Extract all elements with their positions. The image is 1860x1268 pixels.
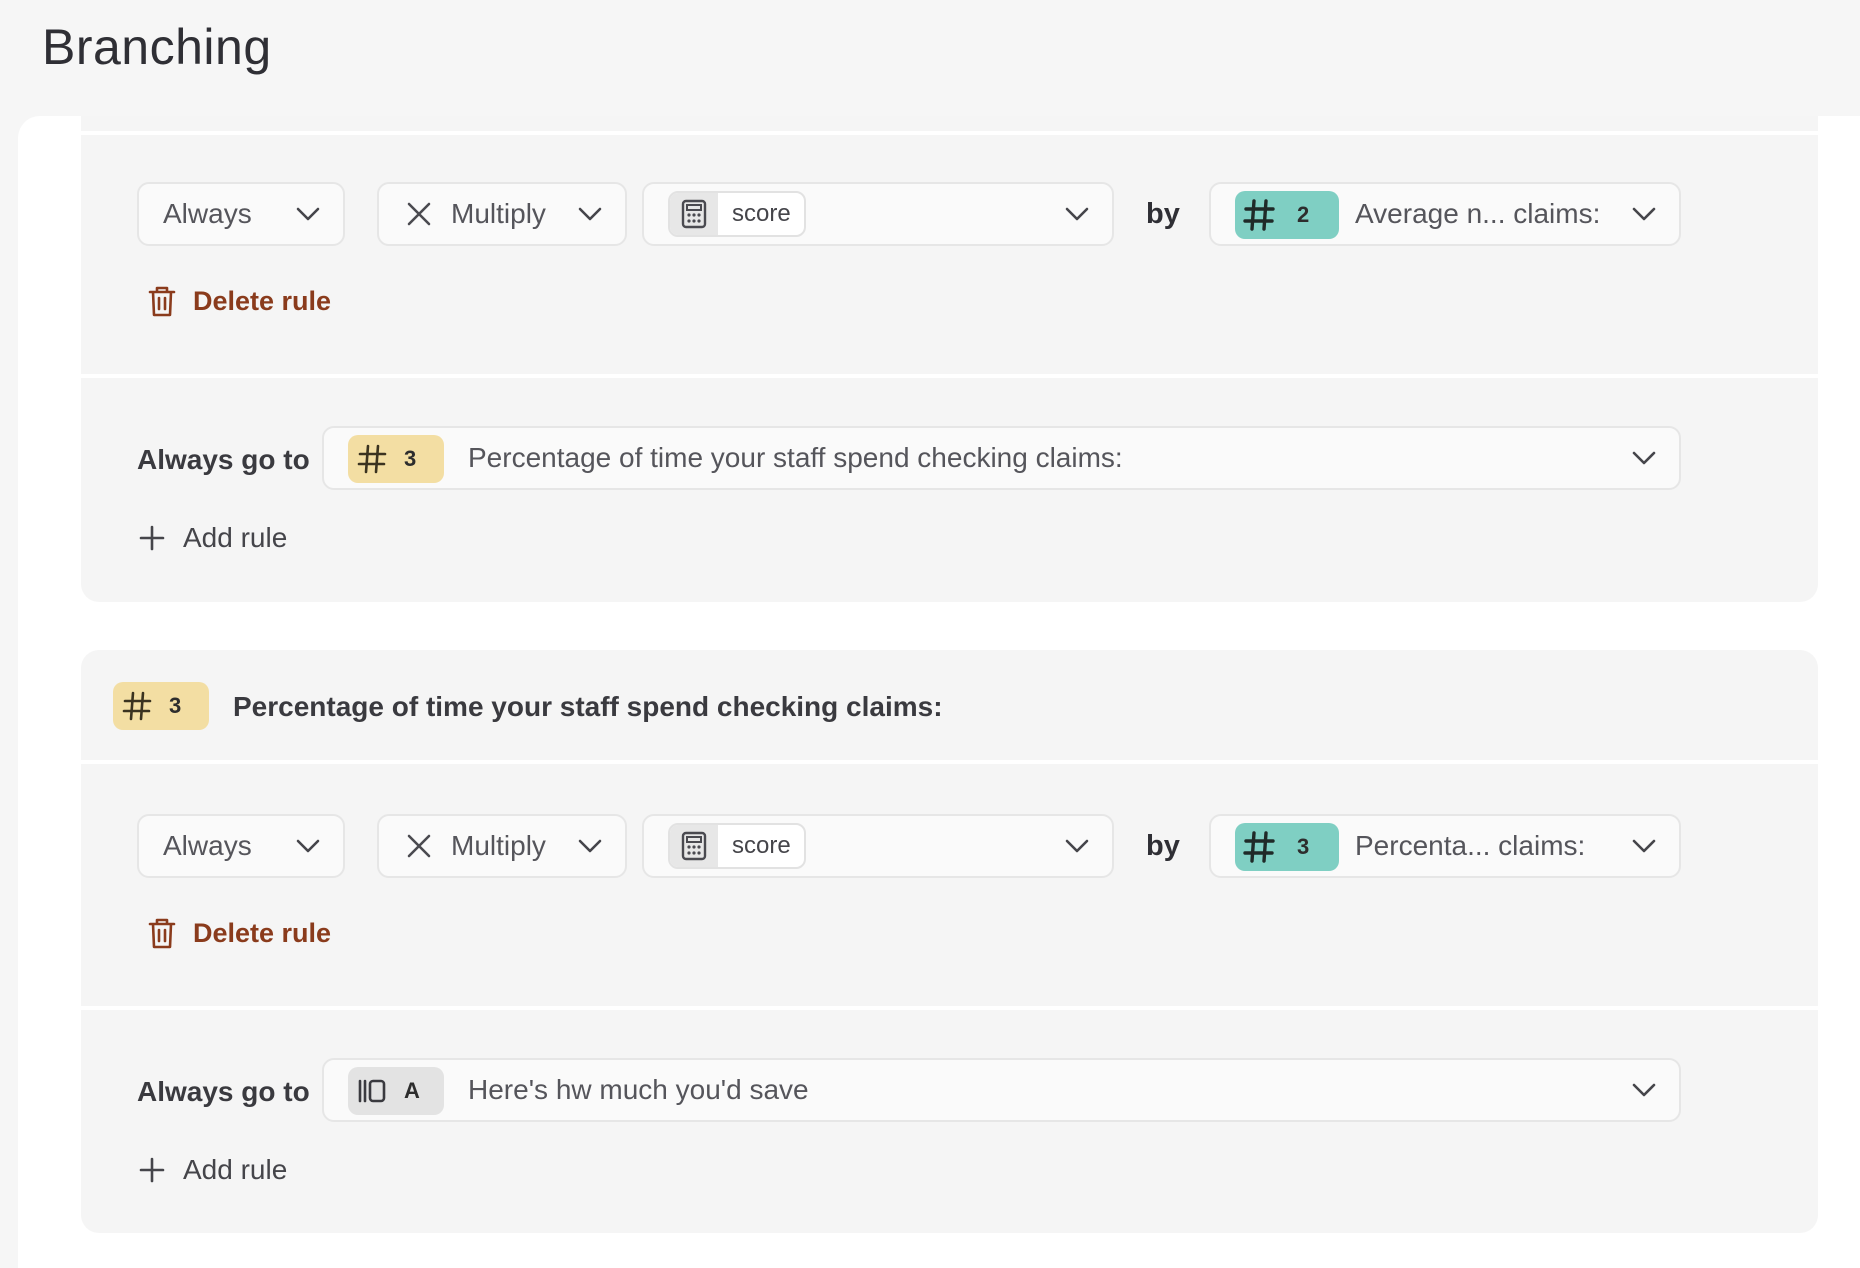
statement-letter: A: [404, 1078, 420, 1103]
delete-rule-label: Delete rule: [193, 285, 332, 316]
question-number: 3: [404, 446, 417, 471]
variable-chip: score: [668, 823, 806, 869]
delete-rule-label: Delete rule: [193, 917, 332, 948]
plus-icon: [139, 525, 165, 551]
add-rule-button[interactable]: Add rule: [139, 522, 287, 554]
chevron-down-icon: [577, 837, 603, 855]
chevron-down-icon: [1064, 205, 1090, 223]
variable-select[interactable]: score: [642, 814, 1114, 878]
operand-select[interactable]: 3 Percenta... claims:: [1209, 814, 1681, 878]
calculator-icon: [670, 193, 718, 235]
question-number: 3: [169, 693, 182, 718]
chevron-down-icon: [577, 205, 603, 223]
operation-select[interactable]: Multiply: [377, 182, 627, 246]
question-number: 2: [1297, 202, 1310, 227]
multiply-icon: [405, 200, 433, 228]
add-rule-button[interactable]: Add rule: [139, 1154, 287, 1186]
hash-icon: [1235, 198, 1283, 232]
go-to-value: Percentage of time your staff spend chec…: [468, 442, 1123, 473]
chevron-down-icon: [295, 837, 321, 855]
hash-icon: [348, 443, 396, 475]
always-go-to-label: Always go to: [137, 1076, 310, 1107]
delete-rule-button[interactable]: Delete rule: [145, 284, 331, 318]
question-badge: 3: [1235, 823, 1339, 871]
question-badge: 2: [1235, 191, 1339, 239]
multiply-icon: [405, 832, 433, 860]
chevron-down-icon: [1631, 1081, 1657, 1099]
question-number: 3: [1297, 834, 1310, 859]
chevron-down-icon: [1631, 205, 1657, 223]
go-to-select[interactable]: A Here's hw much you'd save: [322, 1058, 1681, 1122]
hash-icon: [1235, 830, 1283, 864]
add-rule-label: Add rule: [183, 522, 288, 553]
condition-select[interactable]: Always: [137, 814, 345, 878]
chevron-down-icon: [295, 205, 321, 223]
chevron-down-icon: [1631, 837, 1657, 855]
calculator-icon: [670, 825, 718, 867]
go-to-select[interactable]: 3 Percentage of time your staff spend ch…: [322, 426, 1681, 490]
variable-select[interactable]: score: [642, 182, 1114, 246]
operand-value: Average n... claims:: [1355, 198, 1601, 229]
operand-select[interactable]: 2 Average n... claims:: [1209, 182, 1681, 246]
operation-value: Multiply: [451, 830, 546, 861]
plus-icon: [139, 1157, 165, 1183]
chevron-down-icon: [1631, 449, 1657, 467]
trash-icon: [145, 284, 179, 318]
trash-icon: [145, 916, 179, 950]
page-title: Branching: [42, 19, 272, 75]
variable-value: score: [732, 832, 791, 859]
by-label: by: [1146, 198, 1180, 230]
always-go-to-label: Always go to: [137, 444, 310, 475]
delete-rule-button[interactable]: Delete rule: [145, 916, 331, 950]
operation-value: Multiply: [451, 198, 546, 229]
chevron-down-icon: [1064, 837, 1090, 855]
rule-block-question-2: Always Multiply score by 2 Average n... …: [81, 116, 1818, 602]
variable-chip: score: [668, 191, 806, 237]
question-badge: 3: [348, 435, 444, 483]
condition-select[interactable]: Always: [137, 182, 345, 246]
go-to-value: Here's hw much you'd save: [468, 1074, 809, 1105]
variable-value: score: [732, 200, 791, 227]
by-label: by: [1146, 830, 1180, 862]
statement-icon: [348, 1077, 396, 1105]
rule-block-question-3: 3 Percentage of time your staff spend ch…: [81, 650, 1818, 1233]
condition-value: Always: [163, 830, 252, 861]
operand-value: Percenta... claims:: [1355, 830, 1586, 861]
operation-select[interactable]: Multiply: [377, 814, 627, 878]
question-title: Percentage of time your staff spend chec…: [233, 691, 943, 722]
condition-value: Always: [163, 198, 252, 229]
statement-badge: A: [348, 1067, 444, 1115]
question-badge: 3: [113, 682, 209, 730]
add-rule-label: Add rule: [183, 1154, 288, 1185]
hash-icon: [113, 690, 161, 722]
